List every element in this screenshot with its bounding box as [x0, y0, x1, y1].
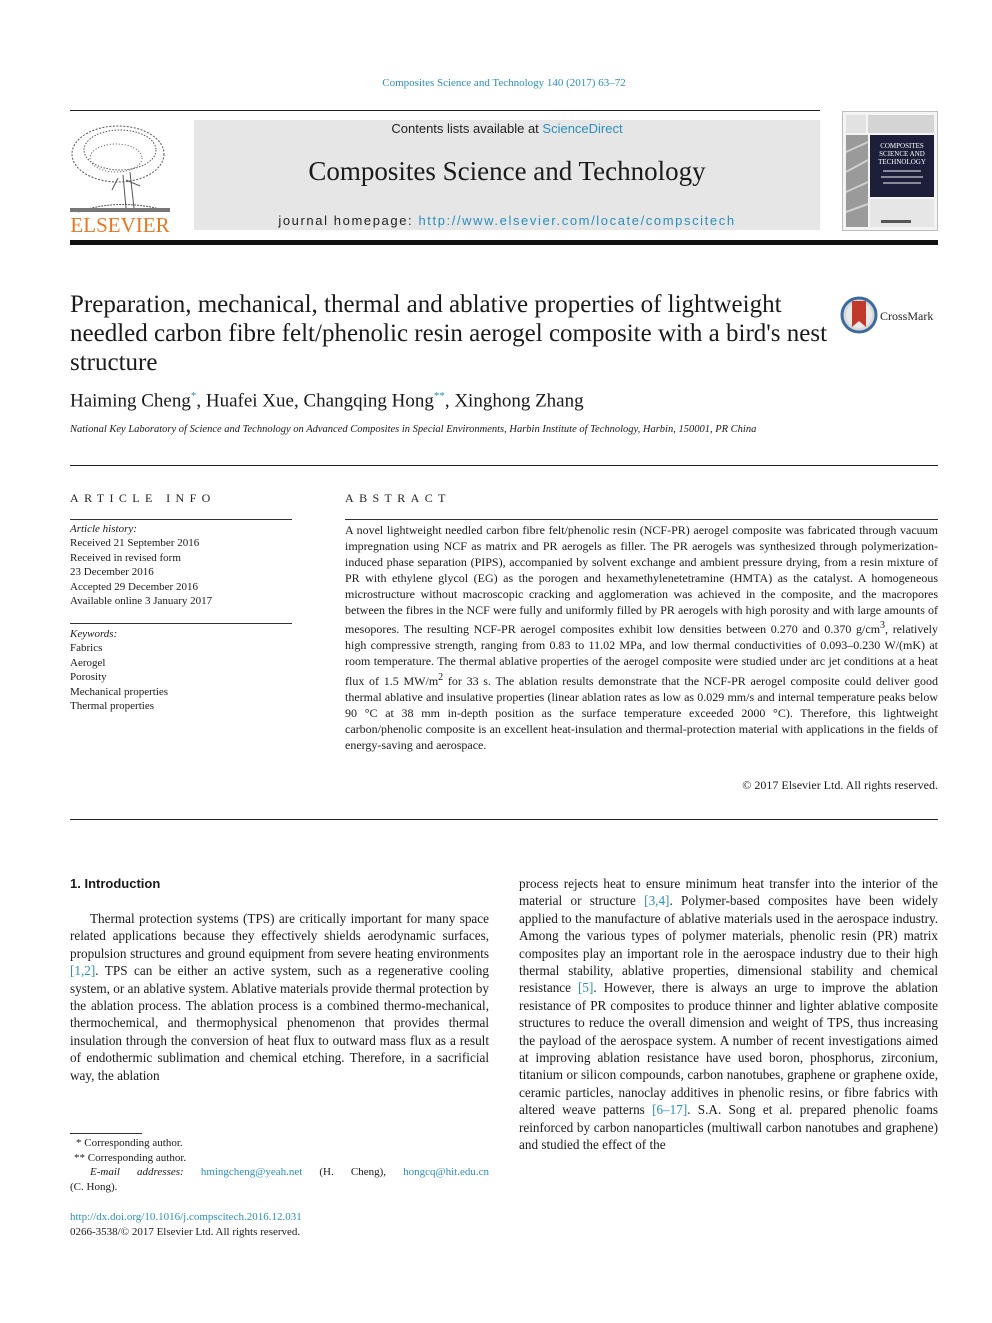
text-segment: . TPS can be either an active system, su…	[70, 963, 489, 1083]
elsevier-tree-icon: ELSEVIER	[68, 120, 172, 237]
author-name[interactable]: Haiming Cheng	[70, 390, 191, 411]
body-column-left: Thermal protection systems (TPS) are cri…	[70, 910, 489, 1084]
crossmark-label: CrossMark	[880, 309, 933, 323]
email-owner-hong: (C. Hong).	[70, 1180, 118, 1193]
masthead-bottom-rule	[70, 240, 938, 245]
history-item: Received 21 September 2016	[70, 537, 200, 550]
paragraph: process rejects heat to ensure minimum h…	[519, 875, 938, 1154]
article-info-heading: ARTICLE INFO	[70, 491, 216, 505]
crossmark-icon: CrossMark	[840, 296, 933, 334]
journal-citation-link[interactable]: Composites Science and Technology 140 (2…	[0, 77, 992, 89]
keywords-label: Keywords:	[70, 628, 118, 640]
author-list: Haiming Cheng*, Huafei Xue, Changqing Ho…	[70, 390, 584, 412]
introduction-heading: 1. Introduction	[70, 876, 161, 891]
article-title: Preparation, mechanical, thermal and abl…	[70, 291, 828, 376]
affiliation: National Key Laboratory of Science and T…	[70, 424, 757, 435]
abstract-rule	[345, 519, 938, 520]
journal-cover-icon: COMPOSITES SCIENCE AND TECHNOLOGY	[843, 112, 937, 230]
citation-link[interactable]: [6–17]	[652, 1102, 687, 1117]
email-link-cheng[interactable]: hmingcheng@yeah.net	[201, 1166, 302, 1178]
abstract-segment: A novel lightweight needled carbon fibre…	[345, 523, 938, 637]
body-column-right: process rejects heat to ensure minimum h…	[519, 875, 938, 1154]
history-label: Article history:	[70, 523, 137, 535]
author-name[interactable]: Changqing Hong	[303, 390, 433, 411]
keywords-list: Keywords: Fabrics Aerogel Porosity Mecha…	[70, 627, 168, 713]
homepage-prefix: journal homepage:	[278, 213, 419, 228]
author-separator: ,	[196, 390, 206, 412]
journal-masthead: Contents lists available at ScienceDirec…	[194, 120, 820, 230]
keyword-item: Fabrics	[70, 642, 103, 655]
contents-prefix: Contents lists available at	[391, 121, 543, 136]
email-owner: (H. Cheng),	[302, 1166, 404, 1179]
citation-link[interactable]: [5]	[578, 980, 593, 995]
history-item: Available online 3 January 2017	[70, 595, 213, 608]
journal-name: Composites Science and Technology	[308, 156, 706, 186]
abstract-copyright: © 2017 Elsevier Ltd. All rights reserved…	[742, 778, 938, 792]
elsevier-logo[interactable]: ELSEVIER	[68, 120, 172, 237]
footnote-corresponding-2: ** Corresponding author.	[74, 1151, 187, 1164]
crossmark-button[interactable]: CrossMark	[840, 295, 940, 335]
doi-block: http://dx.doi.org/10.1016/j.compscitech.…	[70, 1210, 302, 1240]
footnote-corresponding-1: * Corresponding author.	[76, 1137, 183, 1149]
author-name[interactable]: Huafei Xue	[206, 390, 294, 411]
cover-title-line: SCIENCE AND	[879, 150, 925, 158]
corresponding-author-mark[interactable]: **	[434, 390, 445, 402]
keyword-item: Thermal properties	[70, 700, 154, 713]
keyword-item: Mechanical properties	[70, 685, 169, 698]
text-segment: Thermal protection systems (TPS) are cri…	[70, 911, 489, 961]
journal-cover-thumbnail[interactable]: COMPOSITES SCIENCE AND TECHNOLOGY	[842, 111, 938, 231]
paragraph: Thermal protection systems (TPS) are cri…	[70, 910, 489, 1084]
email-link-hong[interactable]: hongcq@hit.edu.cn	[403, 1166, 489, 1178]
citation-link[interactable]: [1,2]	[70, 963, 95, 978]
abstract-text: A novel lightweight needled carbon fibre…	[345, 523, 938, 754]
text-segment: . However, there is always an urge to im…	[519, 980, 938, 1118]
history-item: Accepted 29 December 2016	[70, 580, 198, 593]
citation-link[interactable]: [3,4]	[644, 893, 669, 908]
article-history: Article history: Received 21 September 2…	[70, 522, 212, 608]
author-name[interactable]: Xinghong Zhang	[454, 390, 583, 411]
history-item: 23 December 2016	[70, 566, 154, 579]
sciencedirect-link[interactable]: ScienceDirect	[542, 121, 622, 136]
keyword-item: Porosity	[70, 671, 107, 684]
homepage-line: journal homepage: http://www.elsevier.co…	[194, 213, 820, 228]
keywords-rule	[70, 623, 292, 624]
contents-line: Contents lists available at ScienceDirec…	[194, 121, 820, 136]
email-line: E-mail addresses: hmingcheng@yeah.net (H…	[70, 1165, 489, 1180]
section-divider	[70, 819, 938, 820]
footnote-rule	[70, 1133, 142, 1134]
issn-copyright: 0266-3538/© 2017 Elsevier Ltd. All right…	[70, 1226, 301, 1238]
affiliation-rule	[70, 465, 938, 466]
elsevier-wordmark: ELSEVIER	[70, 213, 169, 236]
cover-title-line: COMPOSITES	[880, 142, 924, 150]
doi-link[interactable]: http://dx.doi.org/10.1016/j.compscitech.…	[70, 1210, 302, 1225]
homepage-link[interactable]: http://www.elsevier.com/locate/compscite…	[418, 213, 735, 228]
author-separator: ,	[444, 390, 455, 412]
cover-title-line: TECHNOLOGY	[878, 158, 926, 166]
keyword-item: Aerogel	[70, 656, 106, 669]
footnotes: * Corresponding author. ** Corresponding…	[70, 1136, 489, 1194]
article-info-rule	[70, 519, 292, 520]
email-label: E-mail addresses:	[90, 1166, 201, 1179]
history-item: Received in revised form	[70, 551, 181, 564]
abstract-heading: ABSTRACT	[345, 491, 451, 505]
masthead-top-rule	[70, 110, 820, 111]
